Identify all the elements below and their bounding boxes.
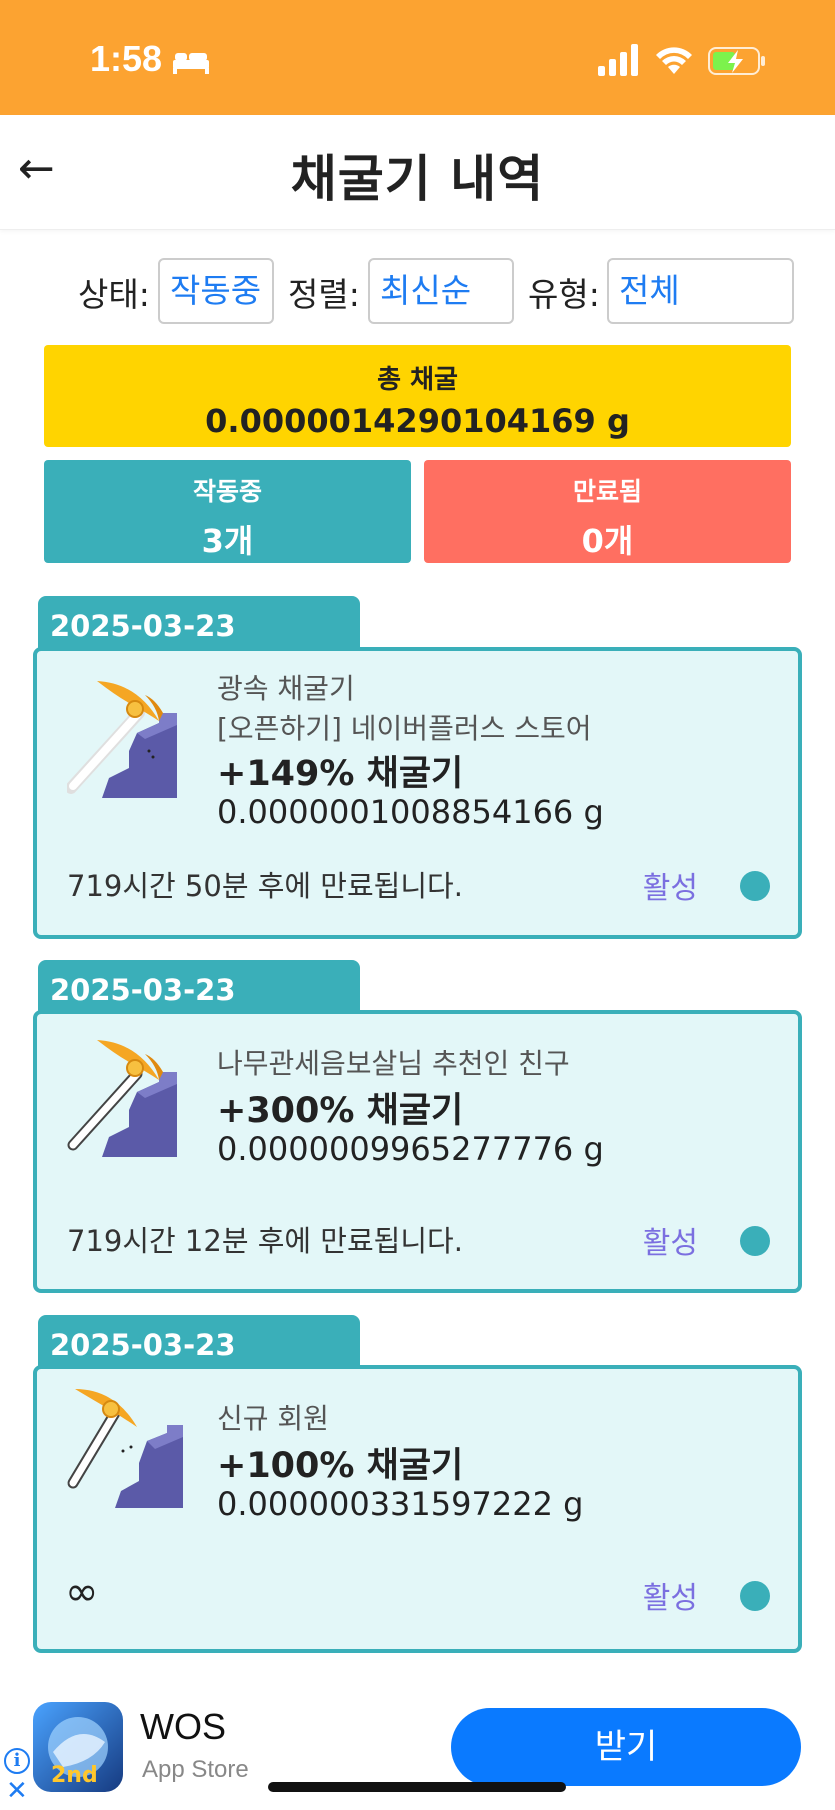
status-filter-label: 상태:: [78, 275, 150, 314]
ad-store-label: App Store: [142, 1756, 249, 1783]
status-time: 1:58: [90, 38, 163, 79]
total-mined-value: 0.0000014290104169 g: [205, 402, 630, 440]
globe-icon: 2nd: [48, 1717, 108, 1788]
miner-name: 나무관세음보살님 추천인 친구: [217, 1047, 570, 1080]
status-dot-icon: [740, 1581, 770, 1611]
type-filter-select[interactable]: 전체: [607, 258, 794, 324]
total-mined-box: 총 채굴 0.0000014290104169 g: [44, 345, 791, 447]
miner-name: 신규 회원: [217, 1402, 329, 1435]
infinity-icon: ∞: [65, 1569, 99, 1615]
pickaxe-icon: [67, 681, 177, 798]
miner-card[interactable]: 신규 회원 +100% 채굴기 0.000000331597222 g ∞ 활성: [33, 1365, 802, 1653]
miner-source: [오픈하기] 네이버플러스 스토어: [217, 712, 592, 745]
active-count-box[interactable]: 작동중 3개: [44, 460, 411, 563]
type-filter-label: 유형:: [528, 275, 600, 314]
page-title: 채굴기 내역: [290, 150, 545, 208]
pickaxe-icon: [67, 1040, 177, 1157]
app-header: ← 채굴기 내역: [0, 115, 835, 230]
app-icon[interactable]: 2nd: [33, 1702, 123, 1792]
expired-count-value: 0개: [581, 522, 634, 560]
active-count-value: 3개: [201, 522, 254, 560]
ad-app-name: WOS: [140, 1706, 226, 1747]
miner-boost-title: +300% 채굴기: [217, 1091, 464, 1131]
miner-expire-text: 719시간 12분 후에 만료됩니다.: [67, 1224, 463, 1258]
get-button[interactable]: 받기: [451, 1708, 801, 1786]
sort-filter-select[interactable]: 최신순: [368, 258, 514, 324]
miner-boost-title: +100% 채굴기: [217, 1446, 464, 1486]
ad-banner[interactable]: i ✕ 2nd WOS App Store 받기: [0, 1690, 835, 1810]
status-bar: 1:58: [0, 0, 835, 115]
miner-status-label: 활성: [642, 1581, 698, 1616]
expired-count-label: 만료됨: [572, 477, 642, 506]
miner-expire-text: 719시간 50분 후에 만료됩니다.: [67, 869, 463, 903]
active-count-label: 작동중: [192, 477, 262, 506]
ad-close-icon[interactable]: ✕: [6, 1778, 28, 1804]
bed-icon: [173, 53, 209, 74]
battery-charging-icon: [708, 47, 765, 75]
miner-status-label: 활성: [642, 871, 698, 906]
wifi-icon: [656, 47, 692, 74]
app-icon-badge: 2nd: [51, 1763, 98, 1788]
status-dot-icon: [740, 1226, 770, 1256]
miner-amount: 0.000000331597222 g: [217, 1485, 584, 1523]
miner-boost-title: +149% 채굴기: [217, 754, 464, 794]
miner-amount: 0.0000001008854166 g: [217, 793, 604, 831]
filter-bar: 상태: 작동중 정렬: 최신순 유형: 전체: [0, 258, 835, 324]
total-mined-label: 총 채굴: [377, 365, 458, 395]
miner-amount: 0.0000009965277776 g: [217, 1130, 604, 1168]
signal-icon: [598, 44, 638, 76]
status-dot-icon: [740, 871, 770, 901]
miner-name: 광속 채굴기: [217, 672, 355, 705]
status-filter-select[interactable]: 작동중: [158, 258, 274, 324]
expired-count-box[interactable]: 만료됨 0개: [424, 460, 791, 563]
pickaxe-icon: [67, 1389, 183, 1508]
miner-card[interactable]: 광속 채굴기 [오픈하기] 네이버플러스 스토어 +149% 채굴기 0.000…: [33, 647, 802, 939]
miner-card[interactable]: 나무관세음보살님 추천인 친구 +300% 채굴기 0.000000996527…: [33, 1010, 802, 1293]
home-indicator[interactable]: [268, 1782, 566, 1792]
sort-filter-label: 정렬:: [288, 275, 360, 314]
ad-info-icon[interactable]: i: [4, 1748, 30, 1774]
miner-status-label: 활성: [642, 1226, 698, 1261]
